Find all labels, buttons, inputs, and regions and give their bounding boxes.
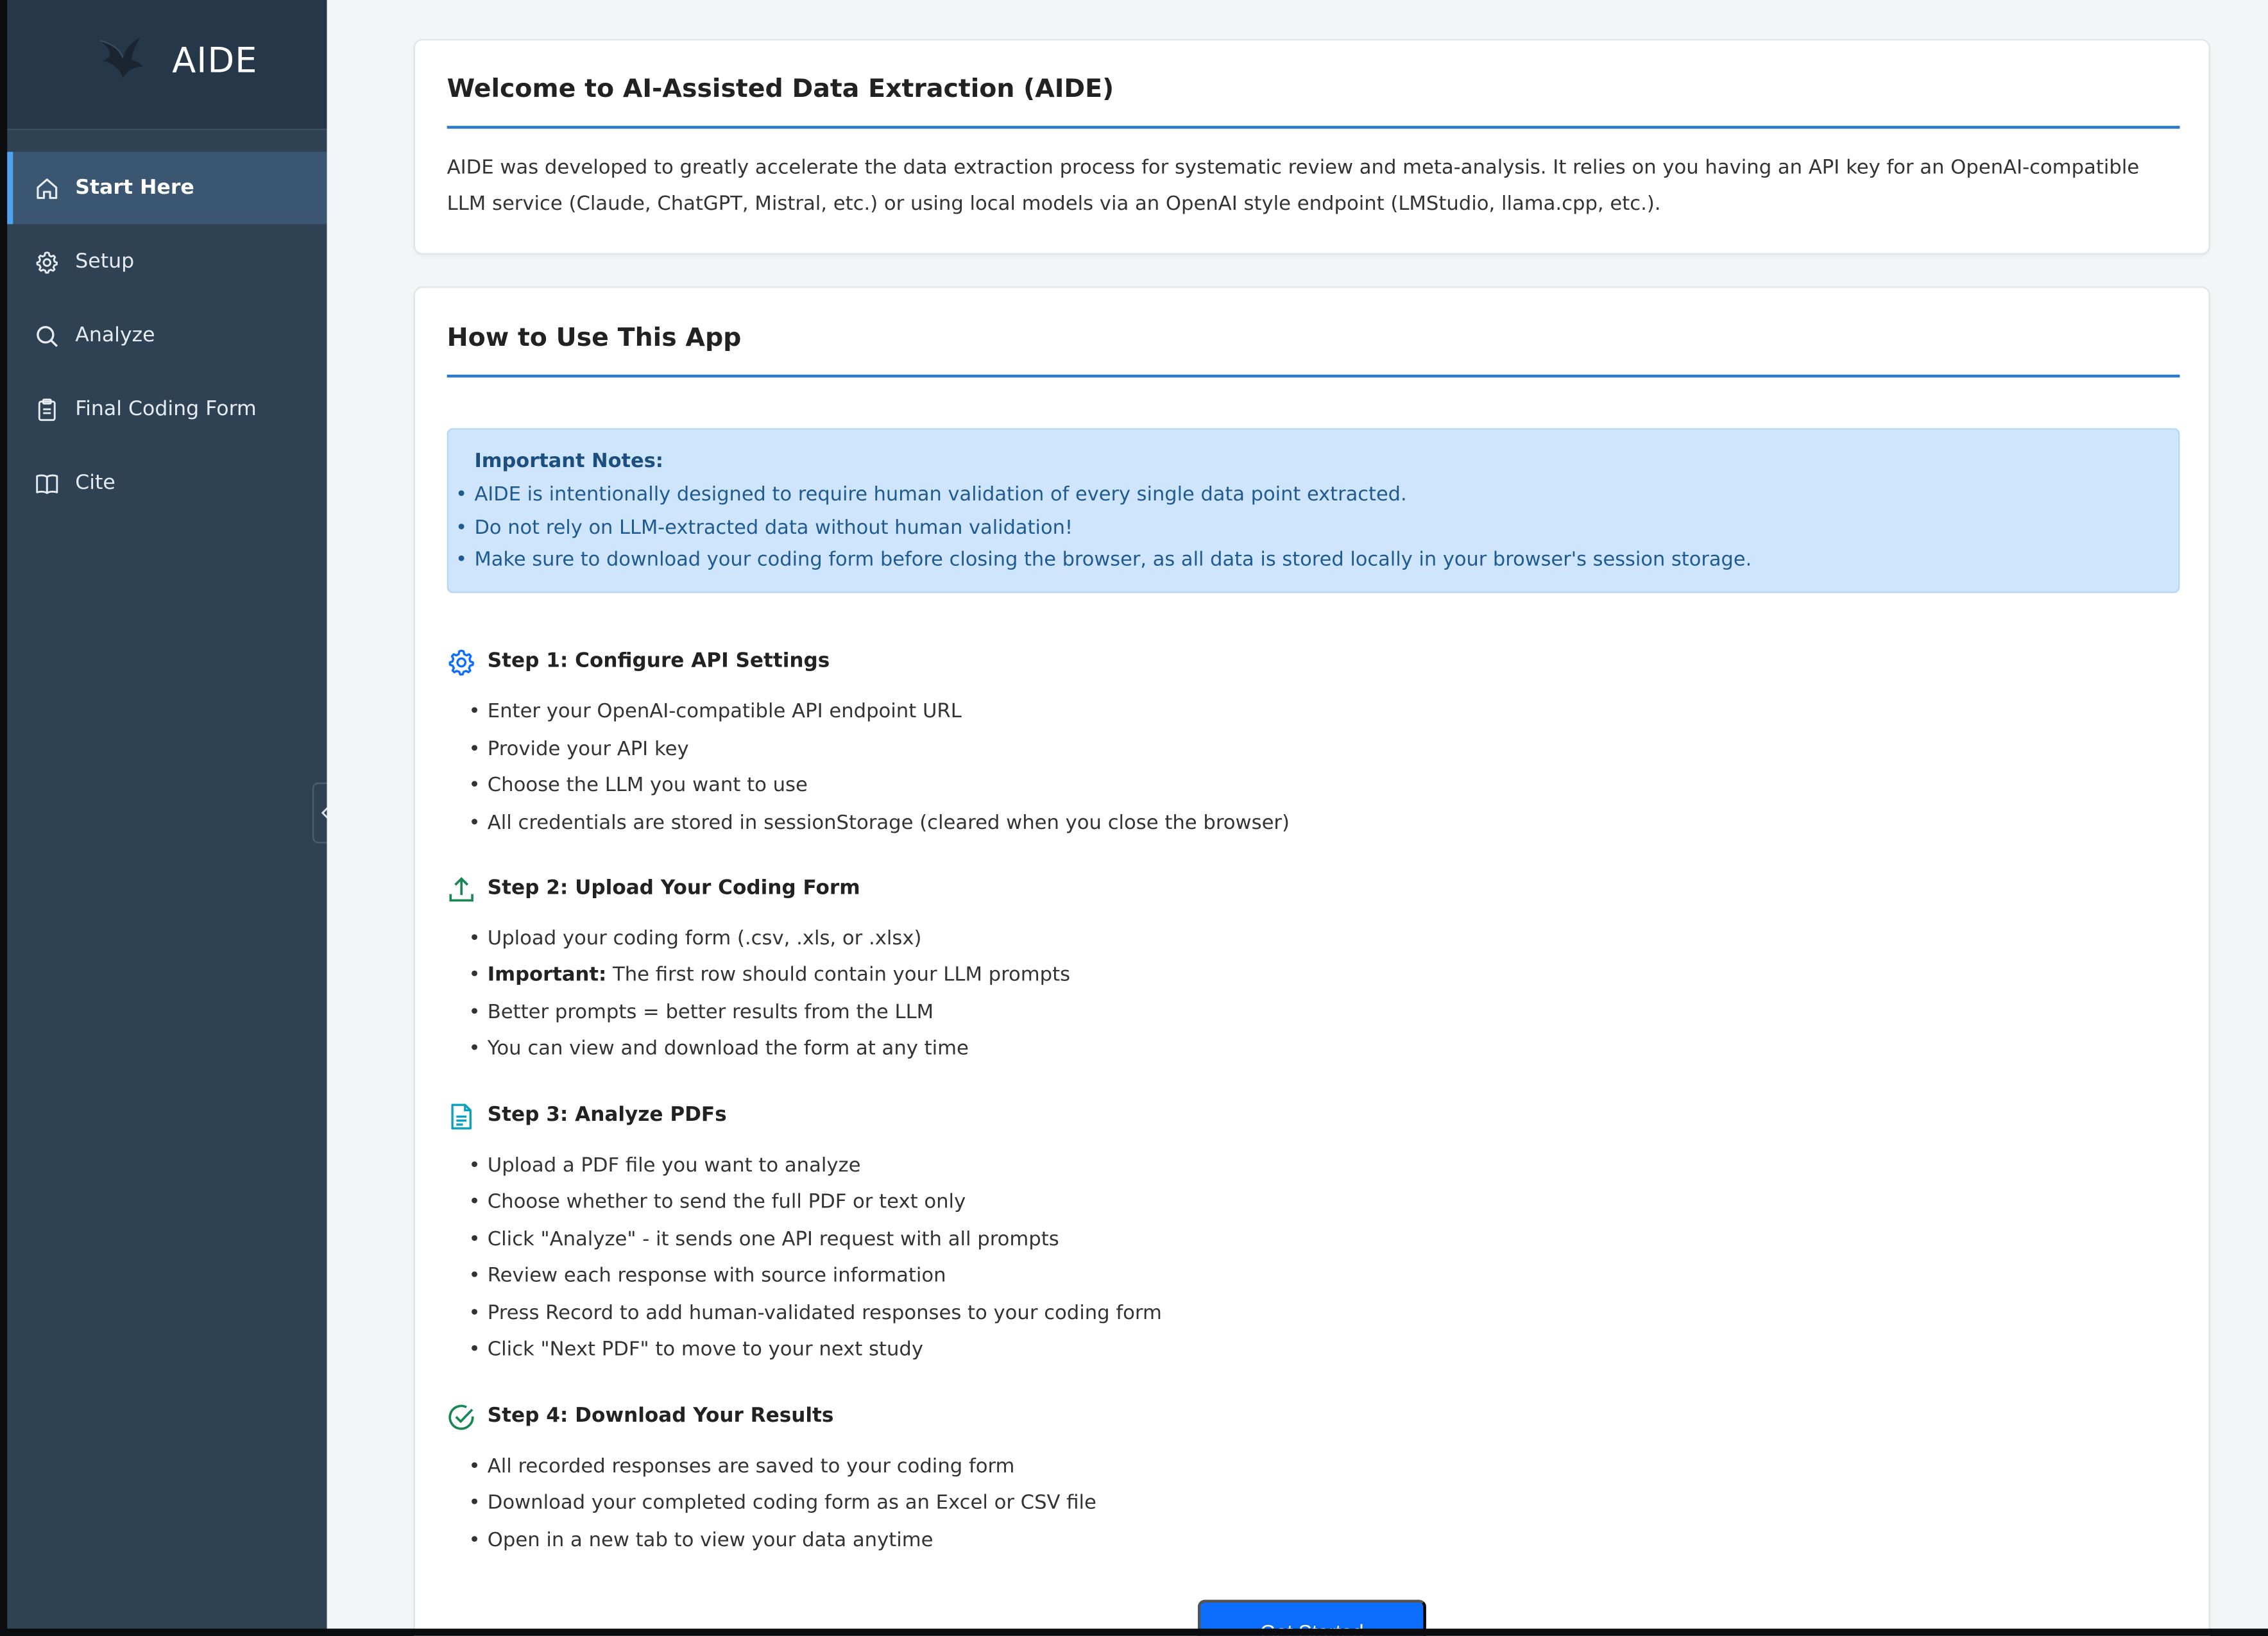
check-circle-icon — [448, 1404, 474, 1430]
list-item: • Click "Analyze" - it sends one API requ… — [468, 1228, 1059, 1252]
list-item: • Enter your OpenAI-compatible API endpoi… — [468, 700, 962, 724]
list-item: • All recorded responses are saved to you… — [468, 1455, 1015, 1479]
app-window: AIDE Start Here Setup Analyze Final Codi… — [0, 0, 2268, 1636]
gear-icon — [36, 251, 58, 274]
main-content: Welcome to AI-Assisted Data Extraction (… — [327, 0, 2268, 1636]
list-item: • Open in a new tab to view your data any… — [468, 1529, 934, 1553]
window-edge — [0, 0, 8, 1636]
window-bottom-edge — [0, 1628, 2268, 1636]
list-item: • Better prompts = better results from th… — [468, 1001, 934, 1025]
list-item: • Click "Next PDF" to move to your next s… — [468, 1338, 923, 1361]
list-item: • Review each response with source inform… — [468, 1264, 946, 1288]
list-item: • You can view and download the form at a… — [468, 1037, 969, 1061]
welcome-body: AIDE was developed to greatly accelerate… — [447, 156, 2140, 216]
list-item: • Upload a PDF file you want to analyze — [468, 1154, 861, 1178]
sidebar-item-label: Analyze — [75, 324, 155, 348]
search-icon — [37, 326, 58, 347]
title-divider — [447, 126, 2180, 129]
sidebar-item-final-coding-form[interactable]: Final Coding Form — [7, 373, 327, 446]
home-icon — [37, 178, 58, 200]
important-notes-alert: Important Notes: • AIDE is intentionally … — [447, 428, 2180, 593]
list-item: • Important: The first row should contain… — [468, 963, 1071, 987]
upload-icon — [449, 877, 473, 902]
sidebar-item-label: Final Coding Form — [75, 397, 257, 422]
list-item: • Download your completed coding form as … — [468, 1491, 1096, 1515]
step-title: Step 4: Download Your Results — [487, 1404, 834, 1428]
step-title: Step 1: Configure API Settings — [487, 649, 830, 673]
note-item: • AIDE is intentionally designed to requi… — [456, 483, 1407, 507]
sidebar-item-start-here[interactable]: Start Here — [7, 151, 327, 225]
sidebar-item-label: Start Here — [75, 176, 194, 200]
list-item: • Provide your API key — [468, 737, 689, 761]
sidebar: AIDE Start Here Setup Analyze Final Codi… — [7, 0, 327, 1629]
list-item: • Choose whether to send the full PDF or … — [468, 1190, 966, 1214]
note-item: • Do not rely on LLM-extracted data witho… — [456, 516, 1073, 540]
sidebar-item-cite[interactable]: Cite — [7, 447, 327, 520]
title-divider — [447, 374, 2180, 378]
sidebar-item-analyze[interactable]: Analyze — [7, 300, 327, 372]
sidebar-item-label: Cite — [75, 471, 115, 495]
brand-header: AIDE — [7, 0, 327, 130]
sidebar-item-setup[interactable]: Setup — [7, 226, 327, 298]
howto-title: How to Use This App — [447, 324, 742, 354]
note-item: • Make sure to download your coding form … — [456, 548, 1752, 572]
file-text-icon — [451, 1103, 472, 1130]
gear-icon — [448, 649, 474, 676]
app-title: AIDE — [172, 40, 258, 81]
howto-card: How to Use This App Important Notes: • AI… — [413, 286, 2210, 1636]
step-title: Step 3: Analyze PDFs — [487, 1103, 727, 1127]
bird-logo-icon — [99, 37, 144, 78]
welcome-card: Welcome to AI-Assisted Data Extraction (… — [413, 38, 2210, 255]
list-item: • Press Record to add human-validated res… — [468, 1302, 1162, 1325]
list-item: • All credentials are stored in sessionSt… — [468, 811, 1290, 835]
list-item: • Upload your coding form (.csv, .xls, or… — [468, 927, 922, 951]
clipboard-icon — [38, 398, 56, 422]
sidebar-item-label: Setup — [75, 250, 135, 274]
book-icon — [36, 474, 58, 494]
notes-title: Important Notes: — [474, 450, 664, 473]
welcome-title: Welcome to AI-Assisted Data Extraction (… — [447, 75, 1114, 105]
step-title: Step 2: Upload Your Coding Form — [487, 876, 860, 900]
list-item: • Choose the LLM you want to use — [468, 774, 808, 797]
